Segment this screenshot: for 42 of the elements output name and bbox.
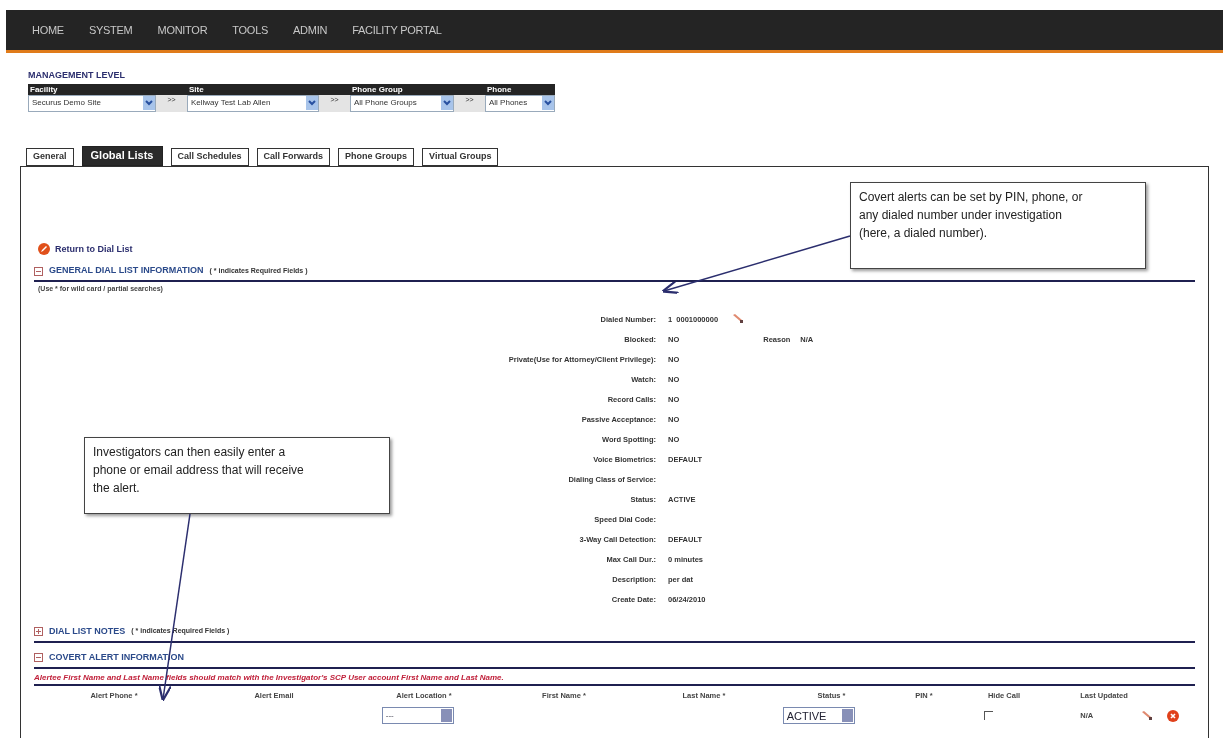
dropdown[interactable]: All Phone Groups xyxy=(350,94,454,112)
dropdown[interactable]: Kellway Test Lab Allen xyxy=(187,94,319,112)
section-title: DIAL LIST NOTES xyxy=(49,624,126,638)
field-label: Phone Group xyxy=(351,83,404,95)
dropdown[interactable]: Securus Demo Site xyxy=(28,94,156,112)
nav-link[interactable]: TOOLS xyxy=(232,21,269,39)
tab[interactable]: Call Schedules xyxy=(170,147,249,166)
chevron-down-icon xyxy=(441,96,453,110)
chevron-down-icon xyxy=(306,96,318,110)
collapse-icon[interactable] xyxy=(34,266,43,276)
nav-link[interactable]: MONITOR xyxy=(157,21,208,39)
dropdown[interactable]: ACTIVE xyxy=(782,707,855,725)
tab[interactable]: Call Forwards xyxy=(256,147,331,166)
callout: Investigators can then easily enter a phone or email address that will receive the alert. xyxy=(84,437,390,514)
return-link[interactable]: Return to Dial List xyxy=(55,242,133,256)
dropdown[interactable]: All Phones xyxy=(485,94,555,112)
dropdown[interactable]: --- xyxy=(381,707,454,725)
nav-link[interactable]: HOME xyxy=(32,21,64,39)
pencil-icon[interactable] xyxy=(732,313,745,324)
callout: Covert alerts can be set by PIN, phone, or any dialed number under investigation (here, a dialed number). xyxy=(850,182,1146,269)
pencil-icon xyxy=(38,243,50,256)
delete-icon[interactable] xyxy=(1166,709,1179,722)
field-label: Phone xyxy=(486,83,513,95)
nav-link[interactable]: FACILITY PORTAL xyxy=(352,21,442,39)
field-label: Site xyxy=(188,83,205,95)
scroll-handle-icon xyxy=(440,709,452,723)
tab[interactable]: Virtual Groups xyxy=(422,147,499,166)
checkbox[interactable] xyxy=(983,711,993,721)
pencil-icon[interactable] xyxy=(1140,710,1153,721)
chevron-down-icon xyxy=(143,96,155,110)
collapse-icon[interactable] xyxy=(34,653,43,662)
tab[interactable]: Global Lists xyxy=(81,145,163,166)
section-title: MANAGEMENT LEVEL xyxy=(28,69,126,82)
tab[interactable]: Phone Groups xyxy=(338,147,415,166)
tab[interactable]: General xyxy=(26,147,74,166)
nav-link[interactable]: ADMIN xyxy=(293,21,328,39)
field-label: Facility xyxy=(29,83,59,95)
chevron-down-icon xyxy=(542,96,554,110)
expand-icon[interactable] xyxy=(34,627,43,636)
nav-link[interactable]: SYSTEM xyxy=(88,21,133,39)
scroll-handle-icon xyxy=(841,709,853,723)
section-title: GENERAL DIAL LIST INFORMATION xyxy=(49,264,204,278)
